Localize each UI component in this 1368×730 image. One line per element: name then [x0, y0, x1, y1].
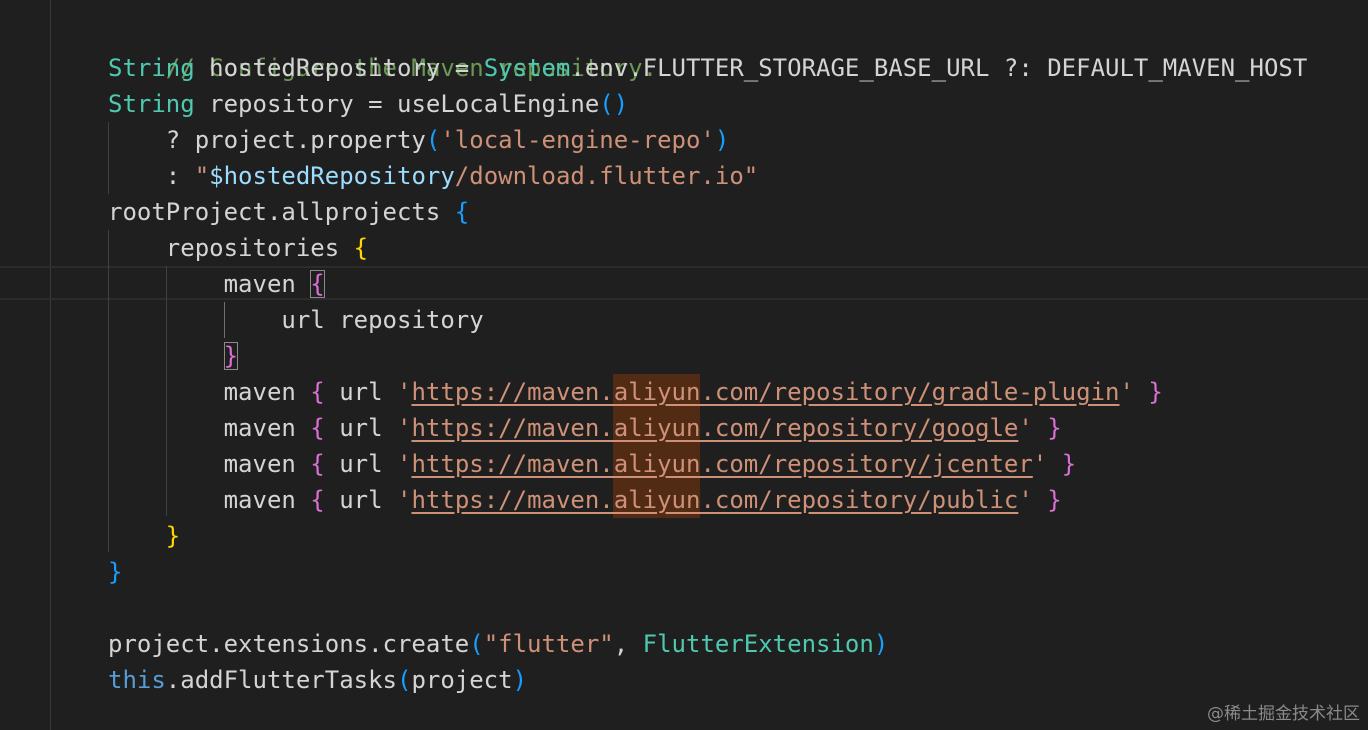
url-keyword: url: [339, 486, 383, 514]
bracket-token: }: [1047, 486, 1062, 514]
type-token: String: [108, 54, 195, 82]
repository-url-link[interactable]: https://maven.aliyun.com/repository/goog…: [411, 414, 1018, 442]
bracket-token: ): [873, 630, 889, 658]
string-token: ': [1119, 378, 1134, 406]
bracket-token: {: [310, 414, 325, 442]
code-line: // Configure the Maven repository.: [108, 14, 657, 82]
code-line: }: [108, 338, 239, 374]
string-token: ': [1018, 486, 1033, 514]
bracket-token: }: [108, 558, 123, 586]
type-token: String: [108, 90, 195, 118]
string-token: ': [397, 486, 412, 514]
string-token: ': [397, 450, 412, 478]
matched-bracket: }: [223, 342, 239, 370]
code-line: String hostedRepository = System.env.FLU…: [108, 50, 1307, 86]
string-token: ': [397, 414, 412, 442]
url-keyword: url: [339, 414, 383, 442]
bracket-token: (: [469, 630, 484, 658]
code-line: url repository: [108, 302, 484, 338]
code-line: maven { url 'https://maven.aliyun.com/re…: [108, 482, 1062, 518]
code-text: :: [108, 162, 195, 190]
gutter-divider: [50, 0, 51, 730]
repository-url-link[interactable]: https://maven.aliyun.com/repository/jcen…: [411, 450, 1032, 478]
bracket-token: }: [1148, 378, 1163, 406]
maven-keyword: maven: [223, 486, 296, 514]
url-keyword: url: [339, 450, 383, 478]
code-line: maven { url 'https://maven.aliyun.com/re…: [108, 410, 1062, 446]
code-line: repositories {: [108, 230, 368, 266]
maven-keyword: maven: [223, 414, 296, 442]
code-text: .env.FLUTTER_STORAGE_BASE_URL ?: DEFAULT…: [570, 54, 1308, 82]
code-text: hostedRepository =: [194, 54, 484, 82]
bracket-token: }: [1047, 414, 1062, 442]
code-line: maven {: [108, 266, 325, 302]
bracket-token: {: [310, 450, 325, 478]
maven-keyword: maven: [223, 378, 296, 406]
code-text: project.extensions.create: [108, 630, 470, 658]
bracket-token: {: [454, 198, 470, 226]
string-token: 'local-engine-repo': [440, 126, 715, 154]
code-text: rootProject.allprojects: [108, 198, 455, 226]
string-token: /download.flutter.io": [454, 162, 759, 190]
bracket-token: {: [310, 378, 325, 406]
type-token: System: [483, 54, 571, 82]
variable-token: $hostedRepository: [209, 162, 455, 190]
string-token: ": [194, 162, 210, 190]
code-line: }: [108, 554, 122, 590]
code-editor[interactable]: // Configure the Maven repository. Strin…: [0, 0, 1368, 730]
string-token: ': [1018, 414, 1033, 442]
code-line: String repository = useLocalEngine(): [108, 86, 628, 122]
code-line: rootProject.allprojects {: [108, 194, 469, 230]
code-text: project: [411, 666, 513, 694]
string-token: ': [397, 378, 412, 406]
code-line: }: [108, 518, 180, 554]
bracket-token: }: [165, 522, 181, 550]
code-line: this.addFlutterTasks(project): [108, 662, 527, 698]
bracket-token: ): [714, 126, 730, 154]
code-text: .addFlutterTasks: [165, 666, 397, 694]
code-line: ? project.property('local-engine-repo'): [108, 122, 730, 158]
bracket-token: ): [512, 666, 528, 694]
bracket-token: {: [353, 234, 369, 262]
code-text: url repository: [108, 306, 484, 334]
code-text: repository = useLocalEngine: [194, 90, 600, 118]
string-token: ': [1032, 450, 1048, 478]
url-keyword: url: [339, 378, 383, 406]
string-token: "flutter": [483, 630, 614, 658]
type-token: FlutterExtension: [642, 630, 874, 658]
code-text: ? project.property: [108, 126, 426, 154]
repository-url-link[interactable]: https://maven.aliyun.com/repository/grad…: [411, 378, 1119, 406]
code-line: maven { url 'https://maven.aliyun.com/re…: [108, 446, 1077, 482]
code-text: repositories: [108, 234, 354, 262]
code-text: maven: [108, 270, 311, 298]
matched-bracket: {: [310, 270, 325, 298]
bracket-token: {: [310, 486, 325, 514]
keyword-token: this: [108, 666, 166, 694]
bracket-token: (): [599, 90, 629, 118]
code-line: maven { url 'https://maven.aliyun.com/re…: [108, 374, 1163, 410]
code-line: project.extensions.create("flutter", Flu…: [108, 626, 888, 662]
maven-keyword: maven: [223, 450, 296, 478]
repository-url-link[interactable]: https://maven.aliyun.com/repository/publ…: [411, 486, 1018, 514]
bracket-token: (: [396, 666, 412, 694]
watermark-text: @稀土掘金技术社区: [1207, 704, 1360, 724]
bracket-token: }: [1061, 450, 1077, 478]
code-line: : "$hostedRepository/download.flutter.io…: [108, 158, 758, 194]
code-text: ,: [613, 630, 643, 658]
bracket-token: (: [425, 126, 441, 154]
